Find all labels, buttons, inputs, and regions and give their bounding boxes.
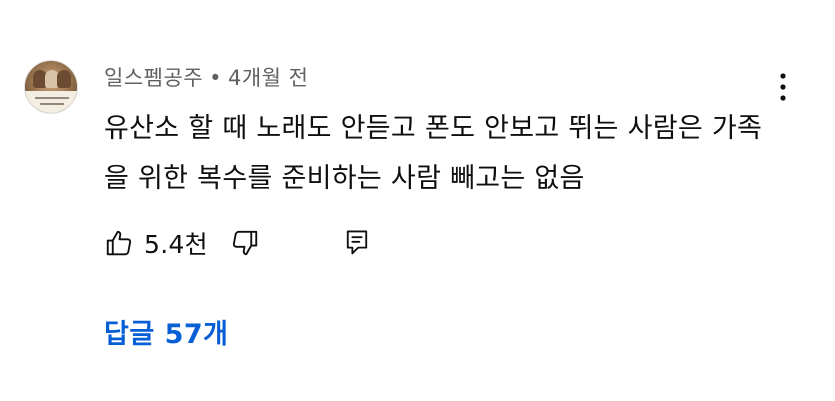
comment-actions: 5.4천 xyxy=(104,223,371,263)
like-button[interactable] xyxy=(104,228,134,258)
comment-thread: 일스펨공주 • 4개월 전 유산소 할 때 노래도 안듣고 폰도 안보고 뛰는 사람… xyxy=(0,0,835,401)
avatar-figure-right xyxy=(57,70,71,88)
more-options-button[interactable] xyxy=(771,70,795,104)
comment-text: 유산소 할 때 노래도 안듣고 폰도 안보고 뛰는 사람은 가족을 위한 복수를… xyxy=(104,113,763,194)
avatar-caption-line xyxy=(40,103,64,105)
author-name[interactable]: 일스펨공주 xyxy=(104,66,203,90)
thumbs-down-icon xyxy=(232,230,258,256)
like-count: 5.4천 xyxy=(144,230,208,259)
more-vert-icon xyxy=(780,73,786,101)
reply-button[interactable] xyxy=(343,228,371,258)
comment-timestamp[interactable]: 4개월 전 xyxy=(228,66,309,90)
thumbs-up-icon xyxy=(106,230,132,256)
avatar[interactable] xyxy=(24,60,78,114)
avatar-caption-line xyxy=(35,97,69,99)
reply-comment-icon xyxy=(346,230,368,255)
dislike-button[interactable] xyxy=(230,228,260,258)
comment-header: 일스펨공주 • 4개월 전 xyxy=(104,62,309,92)
separator-dot: • xyxy=(209,66,222,90)
view-replies-button[interactable]: 답글 57개 xyxy=(104,312,229,351)
